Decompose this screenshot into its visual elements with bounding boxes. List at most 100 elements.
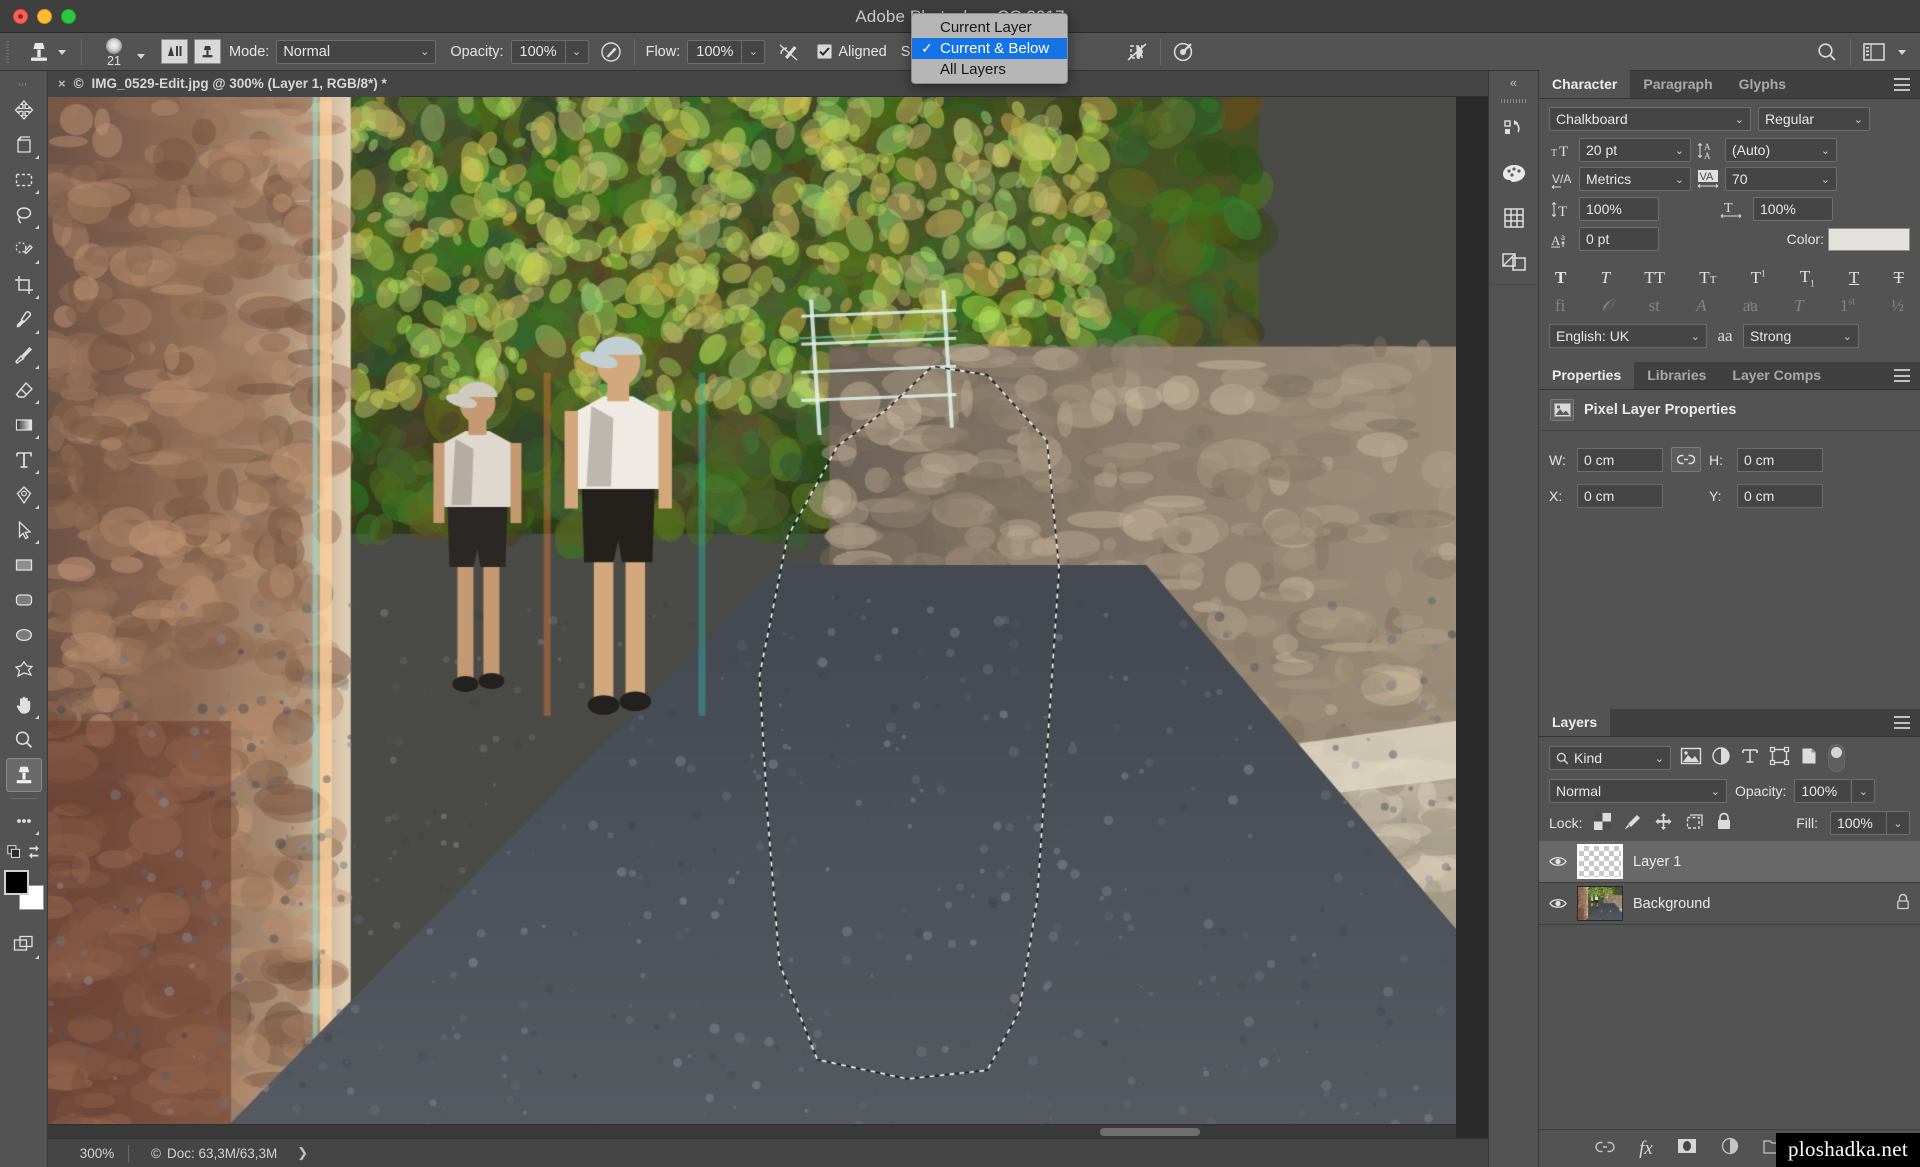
- collapse-panels-button[interactable]: «: [1489, 71, 1538, 93]
- blend-mode-select[interactable]: Normal ⌄: [276, 39, 437, 64]
- layer-visibility-icon[interactable]: [1549, 897, 1567, 910]
- opacity-input[interactable]: 100%: [510, 39, 565, 64]
- tab-libraries[interactable]: Libraries: [1634, 361, 1719, 389]
- aligned-checkbox[interactable]: Aligned: [817, 33, 887, 71]
- tablet-pressure-button[interactable]: [1170, 38, 1198, 66]
- small-caps-button[interactable]: TT: [1699, 268, 1716, 288]
- layer-fill-input[interactable]: 100%: [1830, 811, 1886, 836]
- artboard-tool[interactable]: [6, 128, 42, 162]
- layer-opacity-stepper[interactable]: ⌄: [1851, 779, 1876, 804]
- layer-name[interactable]: Background: [1633, 896, 1886, 912]
- menu-item-current-and-below[interactable]: ✓ Current & Below: [912, 38, 1067, 59]
- color-swatches[interactable]: [3, 870, 44, 910]
- all-caps-button[interactable]: TT: [1644, 268, 1665, 288]
- layer-thumbnail[interactable]: [1577, 886, 1623, 922]
- link-icon[interactable]: [1671, 447, 1701, 473]
- lasso-tool[interactable]: [6, 198, 42, 232]
- quick-mask-swap-row[interactable]: [6, 839, 42, 865]
- layer-filter-kind-select[interactable]: Kind ⌄: [1549, 746, 1671, 771]
- filter-type-icon[interactable]: [1740, 746, 1760, 771]
- menu-item-current-layer[interactable]: Current Layer: [912, 17, 1067, 38]
- layer-name[interactable]: Layer 1: [1633, 854, 1910, 870]
- custom-shape-tool[interactable]: [6, 653, 42, 687]
- height-input[interactable]: 0 cm: [1737, 447, 1823, 472]
- sample-dropdown-menu[interactable]: Current Layer ✓ Current & Below All Laye…: [911, 13, 1068, 84]
- ignore-adjustment-layers-button[interactable]: [1123, 38, 1151, 66]
- font-size-select[interactable]: 20 pt ⌄: [1579, 138, 1691, 162]
- color-palette-icon[interactable]: [1489, 152, 1539, 196]
- y-input[interactable]: 0 cm: [1737, 484, 1823, 509]
- history-icon[interactable]: [1489, 108, 1539, 152]
- layer-visibility-icon[interactable]: [1549, 855, 1567, 868]
- move-tool[interactable]: [6, 93, 42, 127]
- lock-position-icon[interactable]: [1654, 812, 1673, 834]
- lock-artboard-icon[interactable]: [1685, 813, 1704, 834]
- pen-tool[interactable]: [6, 478, 42, 512]
- tracking-select[interactable]: 70 ⌄: [1725, 167, 1837, 191]
- filter-adjustment-icon[interactable]: [1711, 746, 1731, 771]
- workspace-chevron-icon[interactable]: [1898, 50, 1906, 55]
- canvas-horizontal-scrollbar[interactable]: [48, 1124, 1456, 1138]
- faux-italic-button[interactable]: T: [1601, 268, 1610, 288]
- width-input[interactable]: 0 cm: [1577, 447, 1663, 472]
- language-select[interactable]: English: UK ⌄: [1549, 324, 1707, 349]
- layer-fill-stepper[interactable]: ⌄: [1886, 811, 1910, 836]
- tab-character[interactable]: Character: [1539, 70, 1631, 98]
- toggle-clone-source-panel-button[interactable]: [194, 39, 221, 64]
- status-arrow-icon[interactable]: ❯: [283, 1145, 308, 1161]
- rectangular-marquee-tool[interactable]: [6, 163, 42, 197]
- clone-stamp-tool[interactable]: [5, 758, 42, 792]
- baseline-shift-input[interactable]: 0 pt: [1579, 227, 1659, 251]
- discretionary-ligatures-button[interactable]: st: [1649, 296, 1660, 316]
- opacity-pressure-toggle-button[interactable]: [597, 38, 625, 66]
- kerning-select[interactable]: Metrics ⌄: [1579, 167, 1691, 191]
- photo-image[interactable]: [48, 97, 1456, 1137]
- brush-tool[interactable]: [6, 338, 42, 372]
- layer-thumbnail[interactable]: [1577, 844, 1623, 880]
- layer-style-fx-icon[interactable]: fx: [1639, 1138, 1653, 1160]
- leading-select[interactable]: (Auto) ⌄: [1725, 138, 1837, 162]
- close-window-button[interactable]: [13, 8, 28, 24]
- vertical-scale-input[interactable]: 100%: [1579, 197, 1659, 221]
- foreground-color-swatch[interactable]: [3, 870, 29, 895]
- ordinals-button[interactable]: 1st: [1840, 296, 1855, 316]
- tool-preset-chevron-icon[interactable]: [58, 50, 66, 55]
- crop-tool[interactable]: [6, 268, 42, 302]
- type-tool[interactable]: [6, 443, 42, 477]
- layer-row-layer-1[interactable]: Layer 1: [1539, 841, 1920, 884]
- opacity-stepper[interactable]: ⌄: [564, 39, 589, 64]
- eraser-tool[interactable]: [6, 373, 42, 407]
- eyedropper-tool[interactable]: [6, 303, 42, 337]
- lock-all-icon[interactable]: [1716, 812, 1732, 834]
- oldstyle-button[interactable]: aͣa: [1743, 296, 1758, 316]
- x-input[interactable]: 0 cm: [1577, 484, 1663, 509]
- filter-shape-icon[interactable]: [1769, 746, 1790, 771]
- filter-pixel-icon[interactable]: [1680, 747, 1702, 770]
- image-canvas[interactable]: [48, 97, 1456, 1137]
- rectangle-tool[interactable]: [6, 548, 42, 582]
- layer-blend-mode-select[interactable]: Normal ⌄: [1549, 779, 1727, 804]
- rounded-rectangle-tool[interactable]: [6, 583, 42, 617]
- properties-panel-menu-icon[interactable]: [1894, 369, 1910, 383]
- layers-panel-menu-icon[interactable]: [1894, 716, 1910, 730]
- fractions-button[interactable]: ½: [1891, 296, 1904, 316]
- edit-toolbar-button[interactable]: [6, 804, 42, 838]
- lock-transparent-pixels-icon[interactable]: [1594, 813, 1612, 833]
- brush-picker-chevron-icon[interactable]: [137, 53, 145, 59]
- titling-alternates-button[interactable]: T: [1794, 296, 1803, 316]
- font-family-select[interactable]: Chalkboard ⌄: [1549, 107, 1751, 131]
- underline-button[interactable]: T: [1849, 268, 1859, 288]
- filter-enable-toggle[interactable]: [1828, 744, 1845, 773]
- swatches-grid-icon[interactable]: [1489, 196, 1539, 240]
- quick-selection-tool[interactable]: [6, 233, 42, 267]
- standard-ligatures-button[interactable]: fi: [1555, 296, 1565, 316]
- active-tool-preset[interactable]: [14, 39, 72, 65]
- workspace-icon[interactable]: [1860, 38, 1888, 66]
- close-icon[interactable]: ×: [58, 76, 66, 91]
- minimize-window-button[interactable]: [37, 8, 52, 24]
- lock-image-pixels-icon[interactable]: [1623, 813, 1642, 834]
- character-panel-menu-icon[interactable]: [1894, 78, 1910, 91]
- path-selection-tool[interactable]: [6, 513, 42, 547]
- flow-input[interactable]: 100%: [687, 39, 742, 64]
- tools-panel-grip[interactable]: [17, 77, 31, 91]
